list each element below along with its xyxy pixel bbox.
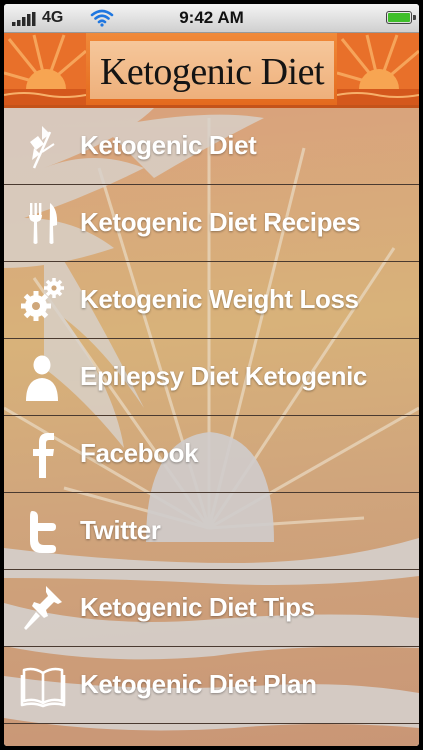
menu-item-label: Ketogenic Diet <box>80 130 257 160</box>
menu-item-label: Epilepsy Diet Ketogenic <box>80 361 367 391</box>
menu-item-ketogenic-diet[interactable]: Ketogenic Diet <box>4 108 419 185</box>
menu-item-label: Ketogenic Weight Loss <box>80 284 359 314</box>
status-bar: 4G 9:42 AM <box>4 4 419 33</box>
fork-knife-icon <box>29 203 58 244</box>
status-time: 9:42 AM <box>179 8 244 27</box>
person-icon <box>26 355 58 401</box>
sunset-icon <box>4 33 86 105</box>
menu-item-recipes[interactable]: Ketogenic Diet Recipes <box>4 185 419 262</box>
battery-icon <box>386 11 416 24</box>
menu-item-facebook[interactable]: Facebook <box>4 416 419 493</box>
app-header: Ketogenic Diet <box>4 33 419 108</box>
menu-item-weight-loss[interactable]: Ketogenic Weight Loss <box>4 262 419 339</box>
pushpin-icon <box>24 586 62 630</box>
book-icon <box>20 667 66 708</box>
title-box: Ketogenic Diet <box>90 41 334 99</box>
app-title: Ketogenic Diet <box>99 51 325 93</box>
menu-item-twitter[interactable]: Twitter <box>4 493 419 570</box>
facebook-icon <box>33 433 54 478</box>
menu-item-label: Ketogenic Diet Tips <box>80 592 315 622</box>
menu-item-label: Ketogenic Diet Recipes <box>80 207 361 237</box>
menu-item-label: Ketogenic Diet Plan <box>80 669 317 699</box>
wheat-icon <box>30 126 55 169</box>
menu-item-tips[interactable]: Ketogenic Diet Tips <box>4 570 419 647</box>
menu-item-diet-plan[interactable]: Ketogenic Diet Plan <box>4 647 419 724</box>
sunset-icon-right <box>337 33 419 105</box>
menu-item-epilepsy-diet[interactable]: Epilepsy Diet Ketogenic <box>4 339 419 416</box>
main-menu: Ketogenic Diet Ketogenic Diet Recipes Ke… <box>4 108 419 746</box>
gears-icon <box>21 278 64 321</box>
menu-item-label: Twitter <box>80 515 161 545</box>
menu-item-label: Facebook <box>80 438 199 468</box>
twitter-icon <box>30 511 56 553</box>
phone-screen: 4G 9:42 AM Ketogenic Diet Ketogenic Diet… <box>4 4 419 746</box>
